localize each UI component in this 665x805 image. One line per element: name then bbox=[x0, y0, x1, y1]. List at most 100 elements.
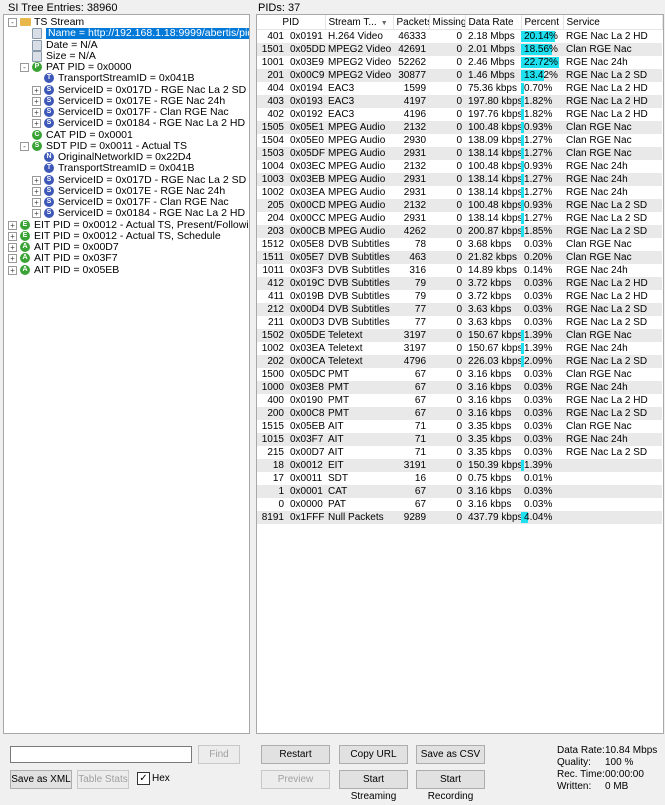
expand-icon[interactable]: + bbox=[32, 209, 41, 219]
col-header-data-rate[interactable]: Data Rate bbox=[465, 15, 522, 30]
cell-packets: 4796 bbox=[393, 355, 430, 368]
expand-icon[interactable]: + bbox=[32, 175, 41, 185]
table-row[interactable]: 1501 0x05DD MPEG2 Video 42691 0 2.01 Mbps 18.5… bbox=[257, 43, 663, 56]
table-row[interactable]: 1511 0x05E7 DVB Subtitles 463 0 21.82 kbps 0.2… bbox=[257, 251, 663, 264]
cell-pid-hex: 0x00CA bbox=[287, 355, 326, 368]
start-recording-button[interactable]: Start Recording bbox=[416, 770, 485, 802]
table-row[interactable]: 215 0x00D7 AIT 71 0 3.35 kbps 0.03% RGE Nac La … bbox=[257, 446, 662, 459]
expand-icon[interactable]: + bbox=[32, 85, 41, 95]
table-row[interactable]: 402 0x0192 EAC3 4196 0 197.76 kbps 1.82% RGE Na… bbox=[257, 108, 662, 121]
col-header-pid[interactable]: PID bbox=[257, 15, 326, 30]
table-row[interactable]: 403 0x0193 EAC3 4197 0 197.80 kbps 1.82% RGE Na… bbox=[257, 95, 663, 108]
find-button[interactable]: Find bbox=[198, 745, 240, 764]
table-stats-button[interactable]: Table Stats bbox=[77, 770, 129, 789]
col-header-missing[interactable]: Missing bbox=[429, 15, 466, 30]
table-row[interactable]: 205 0x00CD MPEG Audio 2132 0 100.48 kbps 0.93%… bbox=[257, 199, 663, 212]
table-row[interactable]: 412 0x019C DVB Subtitles 79 0 3.72 kbps 0.03% R… bbox=[257, 277, 663, 290]
cell-stream-type: PMT bbox=[325, 407, 394, 420]
table-row[interactable]: 1502 0x05DE Teletext 3197 0 150.67 kbps 1.39% C… bbox=[257, 329, 663, 342]
start-streaming-button[interactable]: Start Streaming bbox=[339, 770, 408, 802]
cell-packets: 67 bbox=[414, 395, 427, 406]
cell-pid: 1500 bbox=[261, 369, 284, 380]
table-row[interactable]: 1003 0x03EB MPEG Audio 2931 0 138.14 kbps 1.27… bbox=[257, 173, 663, 186]
table-row[interactable]: 400 0x0190 PMT 67 0 3.16 kbps 0.03% RGE Nac La … bbox=[257, 394, 662, 407]
table-row[interactable]: 1004 0x03EC MPEG Audio 2132 0 100.48 kbps 0.93… bbox=[257, 160, 662, 173]
expand-icon[interactable]: + bbox=[8, 265, 17, 275]
expand-icon[interactable]: + bbox=[32, 119, 41, 129]
si-tree-panel[interactable]: - TS Stream Name = http://192.168.1.18:999… bbox=[3, 14, 250, 734]
cell-pid: 211 bbox=[268, 317, 284, 328]
expand-icon[interactable]: + bbox=[8, 220, 17, 230]
expand-icon[interactable]: + bbox=[8, 231, 17, 241]
table-row[interactable]: 1011 0x03F3 DVB Subtitles 316 0 14.89 kbps 0.1… bbox=[257, 264, 662, 277]
tree-node-label: ServiceID = 0x017D - RGE Nac La 2 SD bbox=[58, 173, 247, 186]
percent-value: 22.72% bbox=[524, 57, 558, 68]
expand-icon[interactable]: + bbox=[32, 108, 41, 117]
table-row[interactable]: 411 0x019B DVB Subtitles 79 0 3.72 kbps 0.03% R… bbox=[257, 290, 662, 303]
cell-pid: 1003 bbox=[257, 173, 287, 186]
cell-stream-type: DVB Subtitles bbox=[328, 239, 390, 250]
expand-icon[interactable]: + bbox=[32, 186, 41, 196]
table-row[interactable]: 1512 0x05E8 DVB Subtitles 78 0 3.68 kbps 0.03%… bbox=[257, 238, 662, 251]
cell-service: Clan RGE Nac bbox=[563, 43, 663, 56]
collapse-icon[interactable]: - bbox=[20, 63, 29, 72]
expand-icon[interactable]: + bbox=[8, 243, 17, 252]
table-row[interactable]: 1505 0x05E1 MPEG Audio 2132 0 100.48 kbps 0.93… bbox=[257, 121, 663, 134]
table-row[interactable]: 1002 0x03EA MPEG Audio 2931 0 138.14 kbps 1.27… bbox=[257, 186, 662, 199]
table-row[interactable]: 1001 0x03E9 MPEG2 Video 52262 0 2.46 Mbps 22.7… bbox=[257, 56, 662, 69]
table-row[interactable]: 1504 0x05E0 MPEG Audio 2930 0 138.09 kbps 1.27… bbox=[257, 134, 662, 147]
table-row[interactable]: 401 0x0191 H.264 Video 46333 0 2.18 Mbps 20.14… bbox=[257, 30, 662, 44]
table-row[interactable]: 1015 0x03F7 AIT 71 0 3.35 kbps 0.03% RGE Nac 24… bbox=[257, 433, 663, 446]
col-header-percent[interactable]: Percent bbox=[521, 15, 564, 30]
table-row[interactable]: 201 0x00C9 MPEG2 Video 30877 0 1.46 Mbps 13.42… bbox=[257, 69, 663, 82]
cell-percent: 0.20% bbox=[521, 251, 564, 264]
table-row[interactable]: 1515 0x05EB AIT 71 0 3.35 kbps 0.03% Clan RGE N… bbox=[257, 420, 662, 433]
cell-pid-hex: 0x0193 bbox=[287, 95, 326, 108]
table-row[interactable]: 404 0x0194 EAC3 1599 0 75.36 kbps 0.70% RGE Nac… bbox=[257, 82, 662, 95]
table-row[interactable]: 17 0x0011 SDT 16 0 0.75 kbps 0.01% bbox=[257, 472, 662, 485]
table-row[interactable]: 1002 0x03EA Teletext 3197 0 150.67 kbps 1.39% R… bbox=[257, 342, 662, 355]
cell-pid: 411 bbox=[268, 291, 284, 302]
cell-data-rate: 197.80 kbps bbox=[465, 95, 522, 108]
save-as-csv-button[interactable]: Save as CSV bbox=[416, 745, 485, 764]
cell-missing: 0 bbox=[429, 69, 466, 82]
expand-icon[interactable]: + bbox=[32, 96, 41, 106]
cell-missing: 0 bbox=[456, 343, 463, 354]
cell-pid: 1504 bbox=[261, 135, 284, 146]
expand-icon[interactable]: + bbox=[32, 198, 41, 207]
table-row[interactable]: 203 0x00CB MPEG Audio 4262 0 200.87 kbps 1.85%… bbox=[257, 225, 663, 238]
table-row[interactable]: 204 0x00CC MPEG Audio 2931 0 138.14 kbps 1.27%… bbox=[257, 212, 662, 225]
cell-packets: 2930 bbox=[403, 135, 427, 146]
cell-packets: 67 bbox=[393, 407, 430, 420]
col-header-stream-type[interactable]: Stream T... ▼ bbox=[325, 15, 394, 30]
collapse-icon[interactable]: - bbox=[8, 18, 17, 27]
table-row[interactable]: 200 0x00C8 PMT 67 0 3.16 kbps 0.03% RGE Nac La … bbox=[257, 407, 663, 420]
cell-percent: 13.42% bbox=[521, 69, 564, 82]
table-row[interactable]: 1500 0x05DC PMT 67 0 3.16 kbps 0.03% Clan RGE N… bbox=[257, 368, 662, 381]
col-header-service[interactable]: Service bbox=[563, 15, 663, 30]
percent-value: 20.14% bbox=[524, 31, 558, 42]
preview-button[interactable]: Preview bbox=[261, 770, 330, 789]
table-row[interactable]: 8191 0x1FFF Null Packets 9289 0 437.79 kbps 4.… bbox=[257, 511, 663, 524]
copy-url-button[interactable]: Copy URL bbox=[339, 745, 408, 764]
restart-button[interactable]: Restart bbox=[261, 745, 330, 764]
search-input[interactable] bbox=[10, 746, 192, 763]
table-row[interactable]: 1000 0x03E8 PMT 67 0 3.16 kbps 0.03% RGE Nac 24… bbox=[257, 381, 663, 394]
cell-pid-hex: 0x0000 bbox=[290, 499, 323, 510]
save-as-xml-button[interactable]: Save as XML bbox=[10, 770, 72, 789]
col-header-packets[interactable]: Packets bbox=[393, 15, 430, 30]
cell-stream-type: EAC3 bbox=[328, 109, 355, 120]
table-row[interactable]: 211 0x00D3 DVB Subtitles 77 0 3.63 kbps 0.03% R… bbox=[257, 316, 662, 329]
table-row[interactable]: 1 0x0001 CAT 67 0 3.16 kbps 0.03% bbox=[257, 485, 663, 498]
table-row[interactable]: 0 0x0000 PAT 67 0 3.16 kbps 0.03% bbox=[257, 498, 662, 511]
table-row[interactable]: 212 0x00D4 DVB Subtitles 77 0 3.63 kbps 0.03% R… bbox=[257, 303, 663, 316]
pid-table-panel[interactable]: PID Stream T... ▼ Packets Missing Data Ra… bbox=[256, 14, 664, 734]
cell-packets: 71 bbox=[414, 421, 427, 432]
hex-checkbox[interactable]: ✓ bbox=[137, 772, 150, 785]
cell-pid: 1503 bbox=[257, 147, 287, 160]
table-row[interactable]: 1503 0x05DF MPEG Audio 2931 0 138.14 kbps 1.27… bbox=[257, 147, 663, 160]
table-row[interactable]: 18 0x0012 EIT 3191 0 150.39 kbps 1.39% bbox=[257, 459, 663, 472]
table-row[interactable]: 202 0x00CA Teletext 4796 0 226.03 kbps 2.09% RG… bbox=[257, 355, 663, 368]
expand-icon[interactable]: + bbox=[8, 254, 17, 264]
collapse-icon[interactable]: - bbox=[20, 141, 29, 151]
